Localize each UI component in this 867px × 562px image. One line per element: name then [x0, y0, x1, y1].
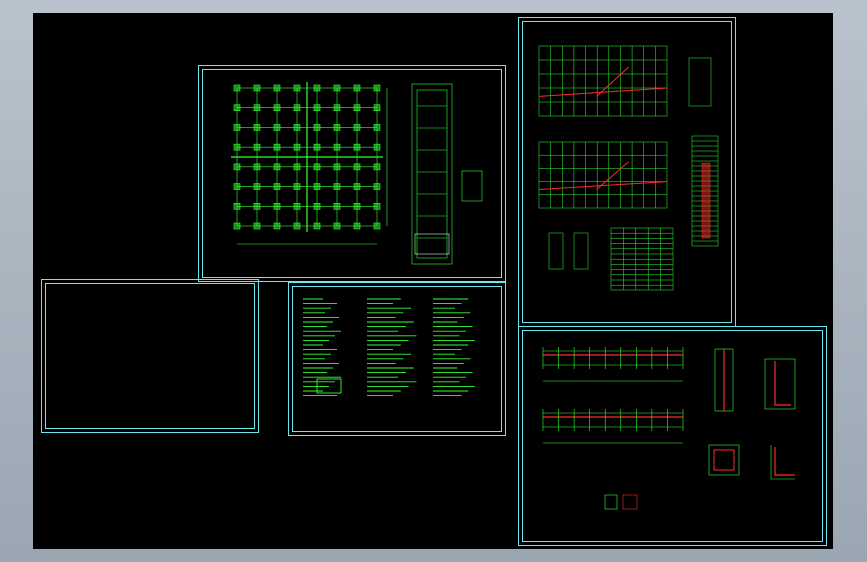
model-space-viewport[interactable] — [33, 13, 833, 549]
blank-sheet[interactable] — [41, 279, 259, 433]
beam-plan-drawing — [538, 45, 719, 291]
beam-plan-sheet[interactable] — [518, 17, 736, 327]
detail-drawing — [542, 347, 796, 510]
design-notes-sheet[interactable] — [288, 282, 506, 436]
foundation-plan-drawing — [231, 82, 483, 265]
foundation-plan-sheet[interactable] — [198, 65, 506, 282]
design-notes-text-block — [303, 298, 475, 397]
detail-sheet[interactable] — [518, 326, 827, 546]
sheet-inner-border — [45, 283, 255, 429]
